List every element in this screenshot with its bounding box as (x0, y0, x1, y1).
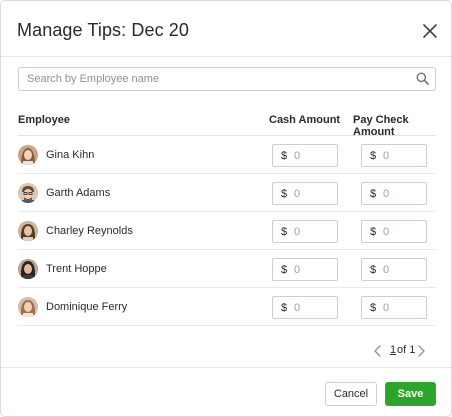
search-input[interactable] (19, 68, 409, 90)
cash-amount-field: $ (272, 296, 338, 319)
page-count: of 1 (397, 344, 416, 356)
paycheck-amount-field: $ (361, 258, 427, 281)
currency-symbol: $ (281, 188, 288, 200)
currency-symbol: $ (281, 150, 288, 162)
table-row: Garth Adams $ $ (18, 174, 436, 212)
cash-amount-input[interactable] (294, 221, 336, 242)
employee-name: Charley Reynolds (46, 225, 133, 237)
currency-symbol: $ (281, 302, 288, 314)
close-icon (423, 24, 437, 38)
column-header-cash-amount: Cash Amount (269, 114, 341, 126)
cash-amount-field: $ (272, 144, 338, 167)
manage-tips-modal: Manage Tips: Dec 20 Employee Cash Amount… (0, 0, 452, 417)
employee-name: Dominique Ferry (46, 301, 128, 313)
modal-footer: Cancel Save (1, 367, 451, 416)
chevron-left-icon[interactable] (373, 344, 382, 358)
employee-name: Trent Hoppe (46, 263, 107, 275)
cash-amount-input[interactable] (294, 259, 336, 280)
cancel-button[interactable]: Cancel (325, 382, 377, 406)
current-page[interactable]: 1 (390, 344, 396, 356)
avatar (18, 145, 38, 165)
avatar (18, 221, 38, 241)
paycheck-amount-input[interactable] (383, 183, 425, 204)
currency-symbol: $ (370, 188, 377, 200)
column-header-employee: Employee (18, 114, 70, 126)
table-row: Trent Hoppe $ $ (18, 250, 436, 288)
pagination: 1 of 1 (373, 344, 429, 358)
paycheck-amount-input[interactable] (383, 145, 425, 166)
cash-amount-input[interactable] (294, 297, 336, 318)
cash-amount-field: $ (272, 220, 338, 243)
avatar (18, 259, 38, 279)
avatar (18, 183, 38, 203)
paycheck-amount-field: $ (361, 296, 427, 319)
currency-symbol: $ (370, 264, 377, 276)
currency-symbol: $ (370, 226, 377, 238)
table-row: Charley Reynolds $ $ (18, 212, 436, 250)
cash-amount-input[interactable] (294, 145, 336, 166)
employee-name: Garth Adams (46, 187, 111, 199)
paycheck-amount-input[interactable] (383, 297, 425, 318)
cash-amount-field: $ (272, 182, 338, 205)
cash-amount-input[interactable] (294, 183, 336, 204)
modal-title: Manage Tips: Dec 20 (17, 20, 189, 40)
currency-symbol: $ (281, 264, 288, 276)
paycheck-amount-field: $ (361, 182, 427, 205)
table-row: Dominique Ferry $ $ (18, 288, 436, 326)
paycheck-amount-field: $ (361, 144, 427, 167)
paycheck-amount-field: $ (361, 220, 427, 243)
currency-symbol: $ (370, 150, 377, 162)
paycheck-amount-input[interactable] (383, 259, 425, 280)
modal-header: Manage Tips: Dec 20 (1, 1, 451, 57)
cash-amount-field: $ (272, 258, 338, 281)
close-button[interactable] (419, 20, 441, 42)
save-button[interactable]: Save (385, 382, 436, 406)
paycheck-amount-input[interactable] (383, 221, 425, 242)
search-box (18, 67, 436, 91)
employee-name: Gina Kihn (46, 149, 95, 161)
table-row: Gina Kihn $ $ (18, 136, 436, 174)
search-icon[interactable] (416, 72, 429, 85)
avatar (18, 297, 38, 317)
currency-symbol: $ (370, 302, 377, 314)
currency-symbol: $ (281, 226, 288, 238)
chevron-right-icon[interactable] (417, 344, 426, 358)
